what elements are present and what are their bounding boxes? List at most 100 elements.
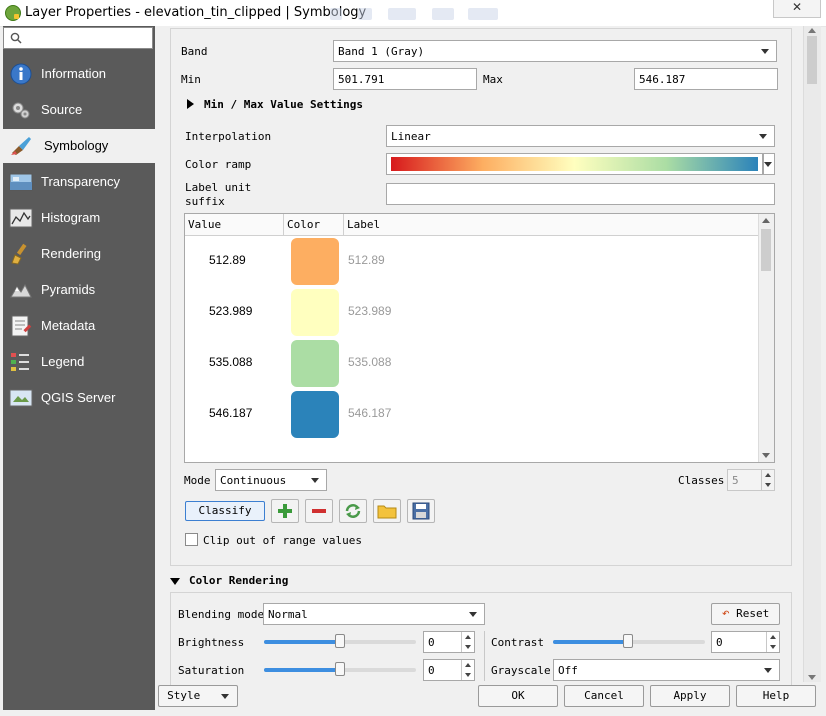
sidebar-item-source[interactable]: Source <box>3 93 155 127</box>
sidebar-item-transparency[interactable]: Transparency <box>3 165 155 199</box>
contrast-spinbox[interactable]: 0 <box>711 631 780 653</box>
add-class-button[interactable] <box>271 499 299 523</box>
classes-spinbox[interactable]: 5 <box>727 469 775 491</box>
clip-checkbox[interactable] <box>185 533 198 546</box>
remove-class-button[interactable] <box>305 499 333 523</box>
table-row[interactable]: 523.989 523.989 <box>185 287 760 338</box>
table-header: Value Color Label <box>185 214 760 236</box>
mode-label: Mode <box>184 474 211 487</box>
slider-handle[interactable] <box>623 634 633 648</box>
contrast-label: Contrast <box>491 636 544 649</box>
sidebar-item-histogram[interactable]: Histogram <box>3 201 155 235</box>
saturation-label: Saturation <box>178 664 245 677</box>
minmax-settings-header[interactable]: Min / Max Value Settings <box>204 98 363 111</box>
slider-handle[interactable] <box>335 662 345 676</box>
info-icon <box>10 63 32 85</box>
scroll-up-icon[interactable] <box>808 28 816 33</box>
sidebar-item-rendering[interactable]: Rendering <box>3 237 155 271</box>
table-row[interactable]: 512.89 512.89 <box>185 236 760 287</box>
sidebar-item-qgis-server[interactable]: QGIS Server <box>3 381 155 415</box>
color-ramp-dropdown[interactable] <box>763 153 775 175</box>
cancel-button[interactable]: Cancel <box>564 685 644 707</box>
apply-button[interactable]: Apply <box>650 685 730 707</box>
min-input[interactable]: 501.791 <box>333 68 477 90</box>
help-button[interactable]: Help <box>736 685 816 707</box>
table-scrollbar[interactable] <box>758 214 774 462</box>
decrement-icon[interactable] <box>465 645 471 649</box>
color-swatch[interactable] <box>291 289 339 336</box>
label-unit-suffix-label-line2: suffix <box>185 195 225 208</box>
increment-icon[interactable] <box>770 635 776 639</box>
color-map-table[interactable]: Value Color Label 512.89 512.89 523.989 … <box>184 213 775 463</box>
folder-icon <box>377 505 397 519</box>
brightness-label: Brightness <box>178 636 245 649</box>
label-unit-suffix-input[interactable] <box>386 183 775 205</box>
table-row[interactable]: 546.187 546.187 <box>185 389 760 440</box>
scroll-down-icon[interactable] <box>808 675 816 680</box>
histogram-icon <box>9 208 33 228</box>
column-header-value[interactable]: Value <box>188 218 221 231</box>
expand-arrow-icon[interactable] <box>187 99 194 109</box>
collapse-arrow-icon[interactable] <box>170 578 180 585</box>
symbology-icon <box>11 137 31 155</box>
rendering-icon <box>11 243 27 265</box>
increment-icon[interactable] <box>465 663 471 667</box>
saturation-spinbox[interactable]: 0 <box>423 659 475 681</box>
chevron-down-icon <box>764 668 772 673</box>
ok-button[interactable]: OK <box>478 685 558 707</box>
qgis-server-icon <box>9 389 33 407</box>
color-ramp-button[interactable] <box>386 153 763 175</box>
style-button[interactable]: Style <box>158 685 238 707</box>
band-select[interactable]: Band 1 (Gray) <box>333 40 777 62</box>
scroll-down-icon[interactable] <box>762 453 770 458</box>
ghost-toolbar-icon <box>432 8 454 20</box>
column-header-color[interactable]: Color <box>287 218 320 231</box>
color-swatch[interactable] <box>291 238 339 285</box>
search-input[interactable] <box>3 27 153 49</box>
chevron-down-icon <box>311 478 319 483</box>
ghost-toolbar-icon <box>388 8 416 20</box>
decrement-icon[interactable] <box>765 483 771 487</box>
max-input[interactable]: 546.187 <box>634 68 778 90</box>
color-ramp-preview <box>391 157 758 171</box>
decrement-icon[interactable] <box>770 645 776 649</box>
increment-icon[interactable] <box>765 473 771 477</box>
grayscale-select[interactable]: Off <box>553 659 780 681</box>
contrast-slider[interactable] <box>553 634 705 648</box>
scrollbar-thumb[interactable] <box>761 229 771 271</box>
band-label: Band <box>181 45 208 58</box>
sidebar-item-pyramids[interactable]: Pyramids <box>3 273 155 307</box>
divider <box>484 631 485 681</box>
slider-handle[interactable] <box>335 634 345 648</box>
color-swatch[interactable] <box>291 340 339 387</box>
metadata-icon <box>11 315 32 337</box>
scrollbar-thumb[interactable] <box>807 36 817 84</box>
legend-icon <box>11 353 29 371</box>
scroll-up-icon[interactable] <box>762 218 770 223</box>
sidebar-item-information[interactable]: Information <box>3 57 155 91</box>
interpolation-select[interactable]: Linear <box>386 125 775 147</box>
column-header-label[interactable]: Label <box>347 218 380 231</box>
sidebar-item-metadata[interactable]: Metadata <box>3 309 155 343</box>
load-color-map-button[interactable] <box>373 499 401 523</box>
blending-mode-label: Blending mode <box>178 608 265 621</box>
color-swatch[interactable] <box>291 391 339 438</box>
increment-icon[interactable] <box>465 635 471 639</box>
brightness-slider[interactable] <box>264 634 416 648</box>
brightness-spinbox[interactable]: 0 <box>423 631 475 653</box>
mode-select[interactable]: Continuous <box>215 469 327 491</box>
classify-button[interactable]: Classify <box>185 501 265 521</box>
reset-button[interactable]: ↶ Reset <box>711 603 780 625</box>
color-rendering-header[interactable]: Color Rendering <box>189 574 288 587</box>
decrement-icon[interactable] <box>465 673 471 677</box>
sidebar-item-symbology[interactable]: Symbology <box>3 129 155 163</box>
save-color-map-button[interactable] <box>407 499 435 523</box>
refresh-button[interactable] <box>339 499 367 523</box>
main-scrollbar[interactable] <box>803 26 821 682</box>
chevron-down-icon <box>764 162 772 167</box>
sidebar-item-legend[interactable]: Legend <box>3 345 155 379</box>
saturation-slider[interactable] <box>264 662 416 676</box>
close-button[interactable]: ✕ <box>773 0 821 18</box>
table-row[interactable]: 535.088 535.088 <box>185 338 760 389</box>
blending-mode-select[interactable]: Normal <box>263 603 485 625</box>
